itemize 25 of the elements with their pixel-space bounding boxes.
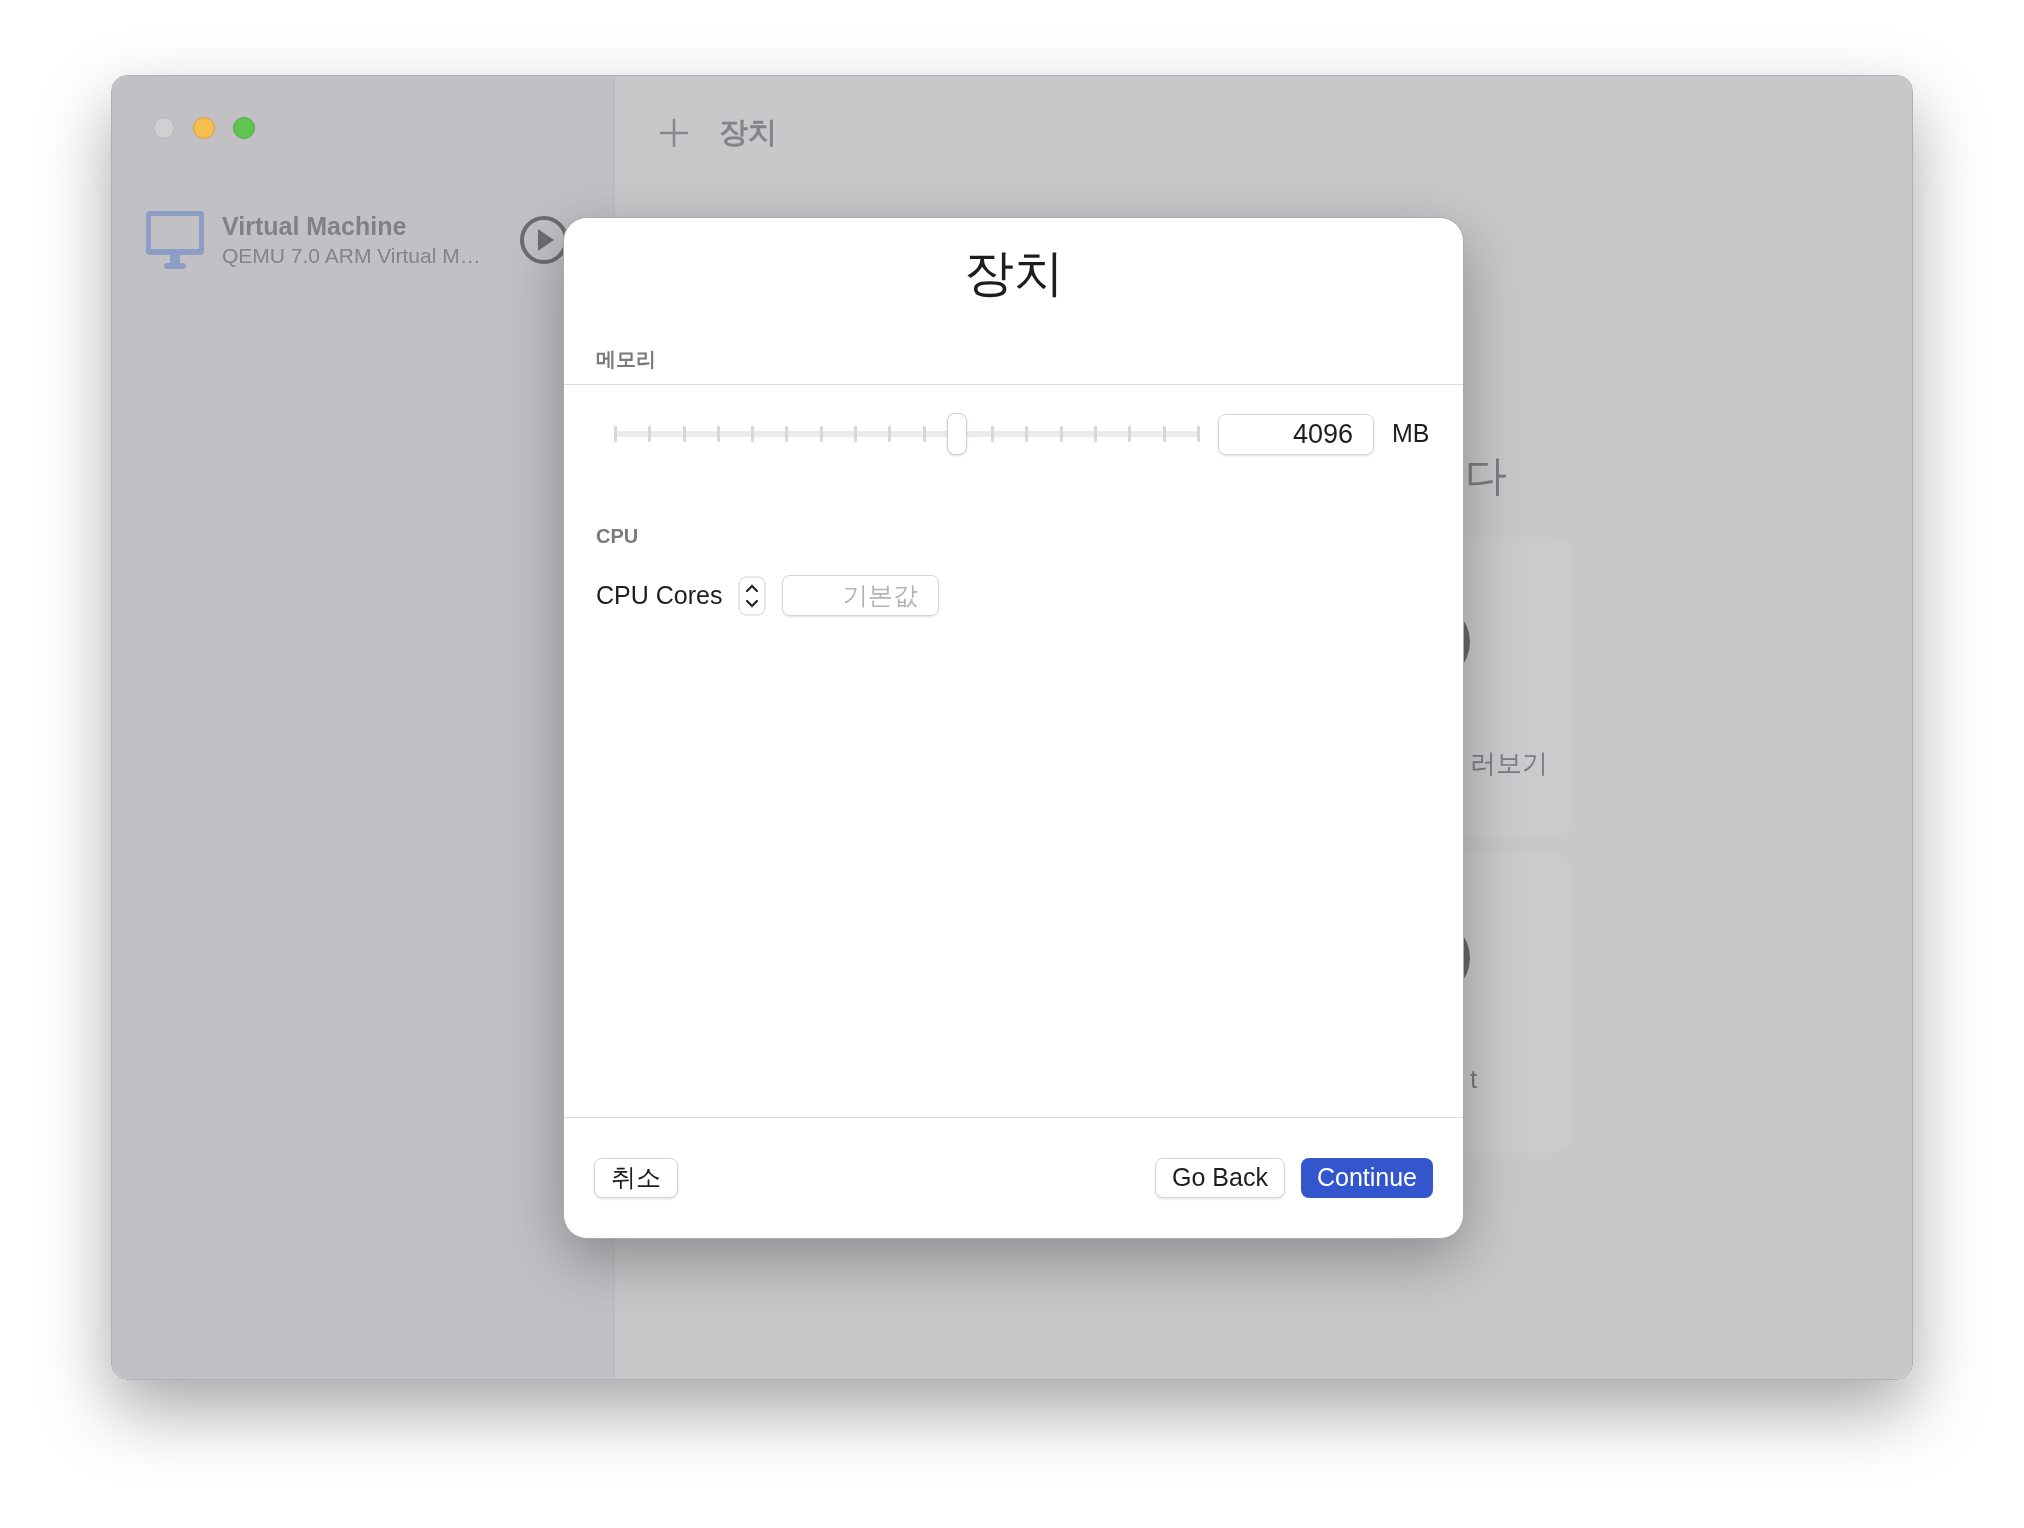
stepper-icon[interactable] [738,575,767,616]
dialog-title: 장치 [963,248,1064,298]
memory-slider[interactable] [614,413,1200,455]
dialog-button[interactable]: Continue [1300,1158,1433,1198]
dialog-button[interactable]: 취소 [594,1158,678,1198]
field-label: CPU Cores [596,579,723,611]
heading-text: 다 [1465,454,1508,497]
play-icon[interactable] [518,215,569,265]
dialog-button[interactable]: Go Back [1155,1158,1285,1198]
unit-label: MB [1392,418,1430,450]
vm-description: QEMU 7.0 ARM Virtual M… [222,242,481,269]
zoom-button[interactable] [233,117,255,139]
memory-field[interactable]: 4096 [1218,413,1374,455]
section-heading: CPU [596,524,639,549]
plus-icon[interactable] [659,117,689,148]
slider-thumb[interactable] [946,413,967,455]
monitor-icon [144,209,206,271]
card-label: t [1470,1062,1479,1096]
minimize-button[interactable] [193,117,215,139]
toolbar-title: 장치 [719,115,777,150]
close-button[interactable] [153,117,175,139]
cores-field[interactable]: 기본값 [782,575,940,616]
section-heading: 메모리 [596,348,656,370]
card-label: 러보기 [1470,746,1549,780]
vm-name: Virtual Machine [222,211,408,243]
